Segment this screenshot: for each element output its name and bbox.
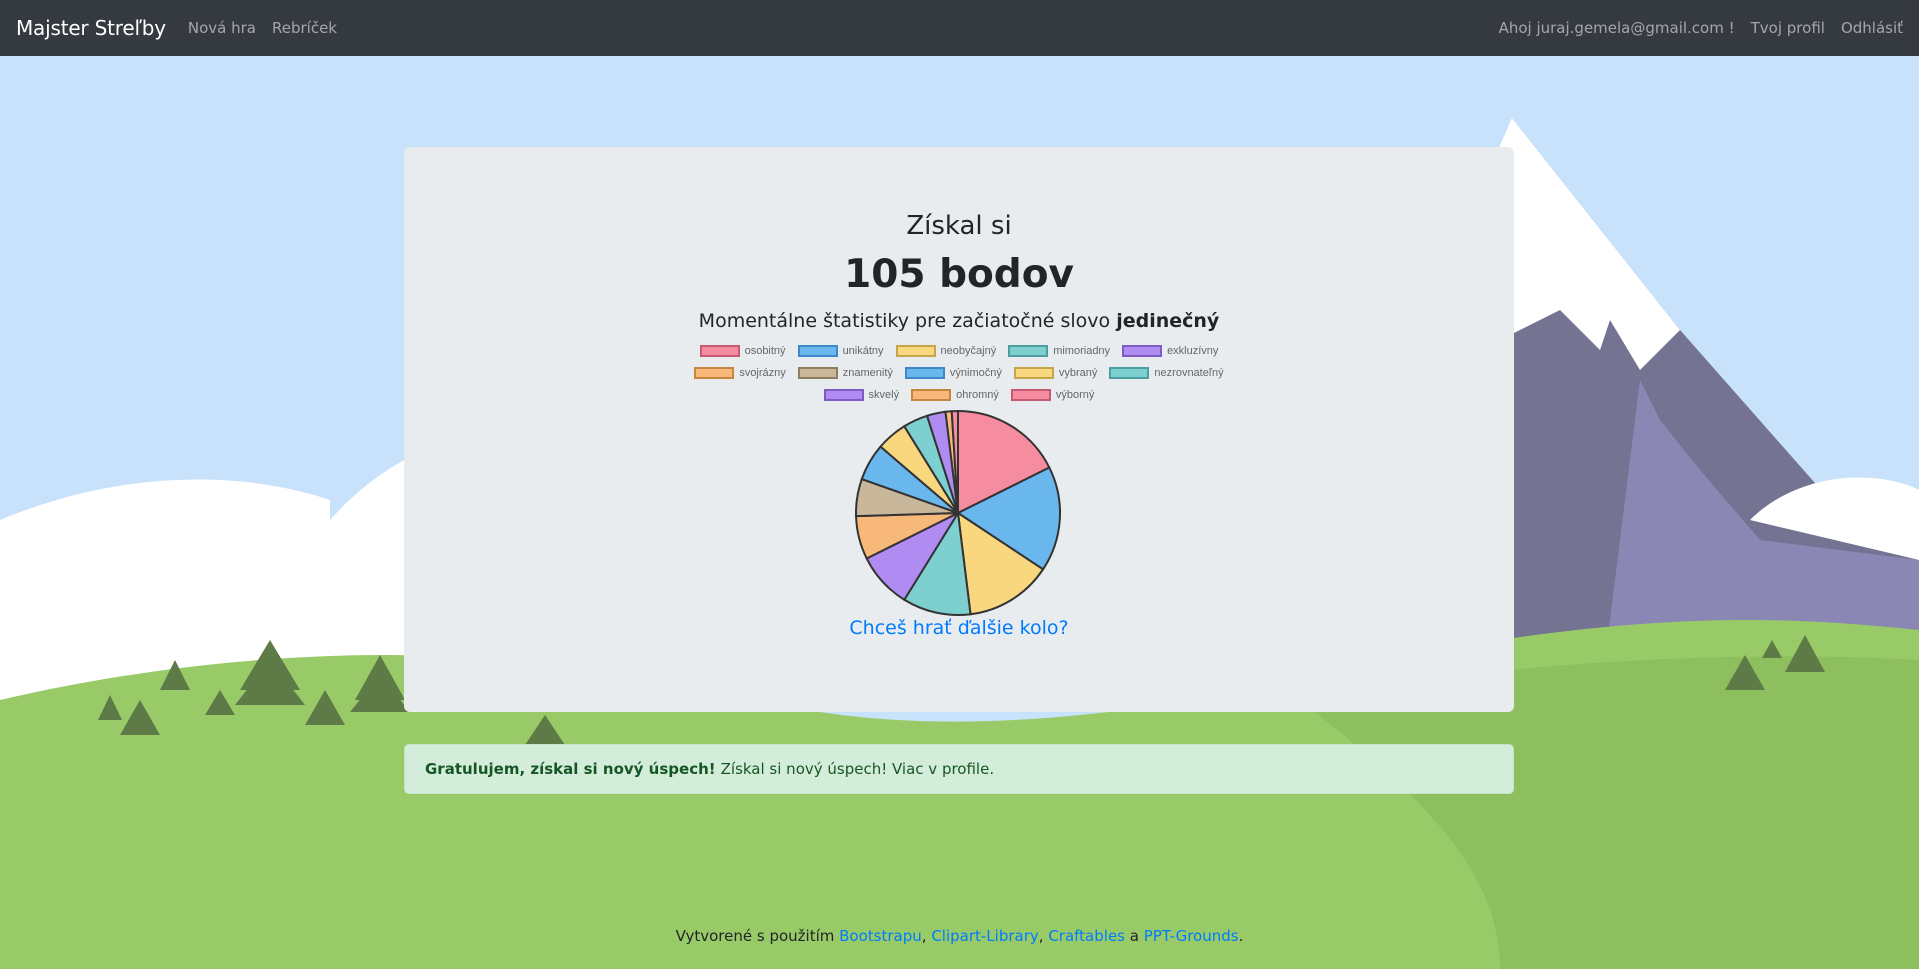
legend-swatch <box>1122 345 1163 357</box>
legend-item[interactable]: nezrovnateľný <box>1109 367 1224 379</box>
play-again-link[interactable]: Chceš hrať ďalšie kolo? <box>404 617 1514 639</box>
legend-label: exkluzívny <box>1167 345 1219 357</box>
stats-prefix: Momentálne štatistiky pre začiatočné slo… <box>698 310 1111 332</box>
score-value: 105 bodov <box>844 252 1074 297</box>
legend-row: osobitný unikátny neobyčajný mimoriadny exkl… <box>404 340 1514 362</box>
legend-label: osobitný <box>744 345 786 357</box>
legend-label: svojrázny <box>739 367 786 379</box>
legend-swatch <box>1008 345 1049 357</box>
footer-link-clipart-library[interactable]: Clipart-Library <box>931 927 1038 945</box>
nav-new-game[interactable]: Nová hra <box>188 19 256 37</box>
alert-strong: Gratulujem, získal si nový úspech! <box>425 760 716 778</box>
user-greeting: Ahoj juraj.gemela@gmail.com ! <box>1498 19 1735 37</box>
legend-item[interactable]: exkluzívny <box>1122 345 1218 357</box>
legend-label: skvelý <box>868 389 900 401</box>
legend-row: skvelý ohromný výborný <box>404 384 1514 406</box>
legend-swatch <box>797 367 838 379</box>
legend-item[interactable]: svojrázny <box>694 367 786 379</box>
legend-item[interactable]: neobyčajný <box>895 345 997 357</box>
top-navbar: Majster Streľby Nová hra Rebríček Ahoj j… <box>0 0 1919 56</box>
footer-sep: , <box>921 927 927 945</box>
footer-sep: , <box>1038 927 1044 945</box>
achievement-alert: Gratulujem, získal si nový úspech! Získa… <box>404 744 1514 794</box>
footer: Vytvorené s použitím Bootstrapu, Clipart… <box>0 927 1919 945</box>
legend-item[interactable]: mimoriadny <box>1008 345 1110 357</box>
legend-row: svojrázny znamenitý výnimočný vybraný nezrov… <box>404 362 1514 384</box>
legend-label: neobyčajný <box>940 345 997 357</box>
legend-item[interactable]: vybraný <box>1013 367 1098 379</box>
result-title: Získal si <box>906 211 1012 241</box>
start-word: jedinečný <box>1116 310 1220 332</box>
nav-logout[interactable]: Odhlásiť <box>1841 19 1903 37</box>
legend-label: unikátny <box>842 345 884 357</box>
footer-prefix: Vytvorené s použitím <box>675 927 835 945</box>
legend-item[interactable]: ohromný <box>911 389 999 401</box>
chart-legend: osobitný unikátny neobyčajný mimoriadny exkl… <box>404 340 1514 406</box>
legend-label: znamenitý <box>842 367 893 379</box>
legend-swatch <box>797 345 838 357</box>
legend-swatch <box>1109 367 1150 379</box>
footer-end: . <box>1238 927 1244 945</box>
footer-link-bootstrap[interactable]: Bootstrapu <box>839 927 922 945</box>
stats-heading: Momentálne štatistiky pre začiatočné slo… <box>404 310 1514 332</box>
legend-swatch <box>699 345 740 357</box>
nav-leaderboard[interactable]: Rebríček <box>272 19 337 37</box>
legend-item[interactable]: výnimočný <box>904 367 1002 379</box>
legend-item[interactable]: skvelý <box>823 389 900 401</box>
legend-item[interactable]: znamenitý <box>797 367 893 379</box>
legend-swatch <box>1013 367 1054 379</box>
legend-label: vybraný <box>1058 367 1098 379</box>
footer-link-ppt-grounds[interactable]: PPT-Grounds <box>1144 927 1239 945</box>
legend-swatch <box>823 389 864 401</box>
legend-swatch <box>1010 389 1051 401</box>
legend-label: nezrovnateľný <box>1154 367 1224 379</box>
result-card: Získal si 105 bodov Momentálne štatistik… <box>404 147 1514 712</box>
alert-text: Získal si nový úspech! Viac v profile. <box>720 760 995 778</box>
legend-swatch <box>911 389 952 401</box>
legend-swatch <box>895 345 936 357</box>
footer-and: a <box>1129 927 1139 945</box>
legend-item[interactable]: unikátny <box>797 345 884 357</box>
legend-label: výnimočný <box>949 367 1002 379</box>
nav-user-area: Ahoj juraj.gemela@gmail.com ! Tvoj profi… <box>1499 19 1919 37</box>
legend-label: ohromný <box>956 389 999 401</box>
legend-label: mimoriadny <box>1053 345 1111 357</box>
legend-item[interactable]: výborný <box>1010 389 1095 401</box>
legend-swatch <box>904 367 945 379</box>
legend-item[interactable]: osobitný <box>699 345 786 357</box>
legend-swatch <box>694 367 735 379</box>
brand-logo[interactable]: Majster Streľby <box>16 16 166 40</box>
nav-profile[interactable]: Tvoj profil <box>1751 19 1825 37</box>
word-stats-pie-chart <box>855 409 1061 616</box>
footer-link-craftables[interactable]: Craftables <box>1048 927 1125 945</box>
legend-label: výborný <box>1055 389 1095 401</box>
